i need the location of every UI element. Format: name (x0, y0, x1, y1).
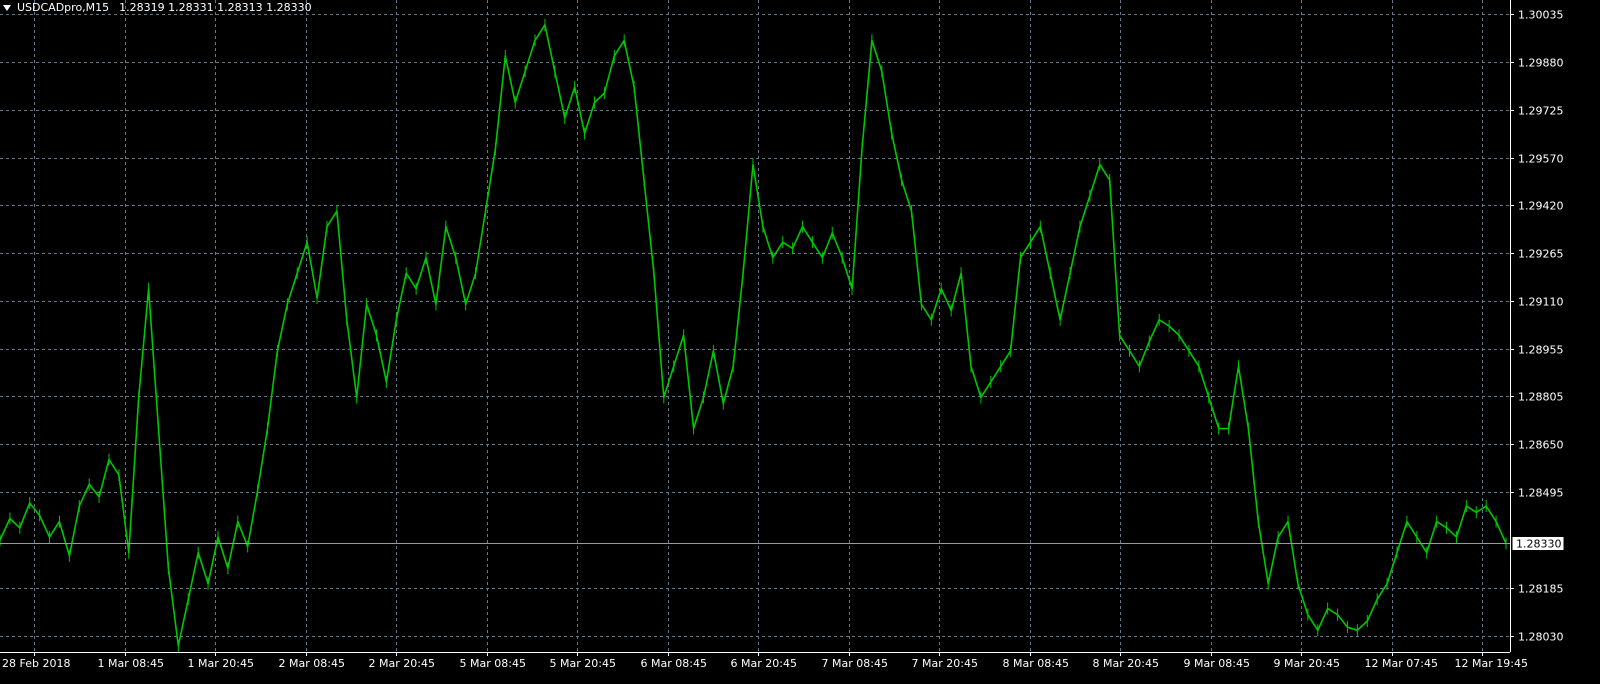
x-tick-label: 5 Mar 20:45 (550, 657, 616, 670)
symbol-label: USDCADpro,M15 (17, 1, 110, 14)
x-tick-label: 9 Mar 08:45 (1184, 657, 1250, 670)
x-tick-label: 8 Mar 08:45 (1003, 657, 1069, 670)
price-chart[interactable]: 1.30035 1.29880 1.29725 1.29570 1.29420 1.292… (0, 0, 1600, 684)
y-tick-label: 1.28185 (1518, 583, 1564, 596)
x-tick-label: 5 Mar 08:45 (460, 657, 526, 670)
x-tick-label: 9 Mar 20:45 (1274, 657, 1340, 670)
x-tick-label: 2 Mar 20:45 (369, 657, 435, 670)
y-tick-label: 1.29110 (1518, 296, 1564, 309)
x-tick-label: 28 Feb 2018 (2, 657, 70, 670)
y-tick-label: 1.29420 (1518, 200, 1564, 213)
chart-header: USDCADpro,M15 1.28319 1.28331 1.28313 1.… (3, 1, 312, 14)
x-tick-label: 7 Mar 20:45 (912, 657, 978, 670)
ohlc-values: 1.28319 1.28331 1.28313 1.28330 (119, 1, 312, 14)
current-price-label: 1.28330 (1516, 538, 1562, 551)
y-tick-label: 1.30035 (1518, 9, 1564, 22)
x-tick-label: 7 Mar 08:45 (822, 657, 888, 670)
x-tick-label: 12 Mar 07:45 (1365, 657, 1438, 670)
x-tick-label: 2 Mar 08:45 (279, 657, 345, 670)
x-tick-label: 6 Mar 08:45 (641, 657, 707, 670)
y-tick-label: 1.28955 (1518, 344, 1564, 357)
y-tick-label: 1.28805 (1518, 391, 1564, 404)
x-tick-label: 1 Mar 20:45 (188, 657, 254, 670)
y-tick-label: 1.29570 (1518, 153, 1564, 166)
chart-canvas[interactable]: 1.30035 1.29880 1.29725 1.29570 1.29420 1.292… (0, 0, 1600, 684)
x-tick-label: 12 Mar 19:45 (1455, 657, 1528, 670)
dropdown-triangle-icon[interactable] (3, 4, 11, 11)
x-tick-label: 8 Mar 20:45 (1093, 657, 1159, 670)
y-tick-label: 1.29725 (1518, 105, 1564, 118)
x-tick-label: 6 Mar 20:45 (731, 657, 797, 670)
y-tick-label: 1.29265 (1518, 248, 1564, 261)
y-tick-label: 1.28650 (1518, 439, 1564, 452)
y-tick-label: 1.28495 (1518, 487, 1564, 500)
y-tick-label: 1.28030 (1518, 631, 1564, 644)
x-tick-label: 1 Mar 08:45 (98, 657, 164, 670)
y-tick-label: 1.29880 (1518, 57, 1564, 70)
